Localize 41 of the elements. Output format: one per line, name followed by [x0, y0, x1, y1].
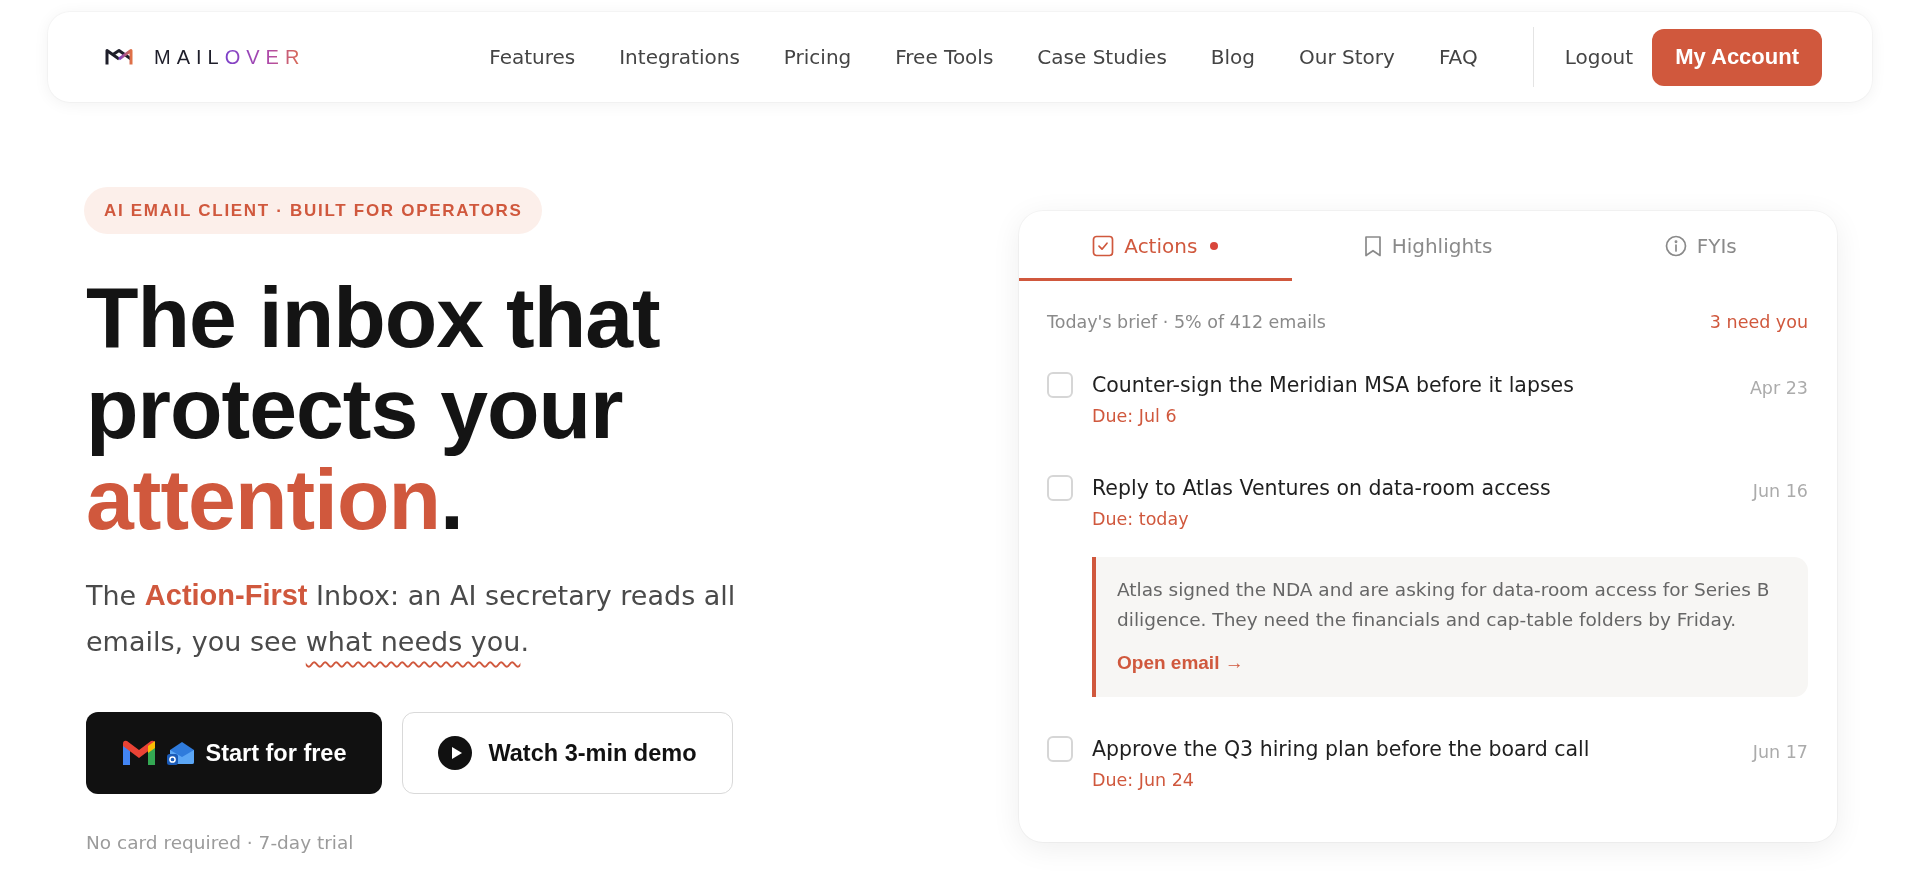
task-checkbox[interactable] — [1047, 372, 1073, 398]
envelope-icon — [167, 740, 196, 766]
due-date: Due: Jun 24 — [1092, 769, 1194, 792]
logo-icon — [105, 48, 133, 66]
mail-logo-icon — [121, 739, 158, 767]
need-count: 3 need you — [1709, 311, 1808, 334]
play-icon — [438, 736, 473, 770]
open-email-link[interactable]: Open email → — [1117, 650, 1244, 676]
nav-link[interactable]: Our Story — [1299, 43, 1395, 71]
task-title[interactable]: Approve the Q3 hiring plan before the board call — [1092, 735, 1590, 763]
email-date: Jun 16 — [1752, 480, 1808, 503]
headline: The inbox that protects your attention. — [86, 272, 661, 545]
task-title[interactable]: Counter-sign the Meridian MSA before it lapses — [1092, 371, 1574, 399]
due-date: Due: Jul 6 — [1092, 405, 1177, 428]
tab[interactable]: Actions — [1019, 211, 1292, 281]
demo-button[interactable]: Watch 3-min demo — [402, 712, 733, 794]
task-checkbox[interactable] — [1047, 736, 1073, 762]
summary-text: Atlas signed the NDA and are asking for data-room access for Series B diligence. They need the financials and cap-table folders by Friday. — [1117, 578, 1771, 632]
tagline-badge: AI EMAIL CLIENT · BUILT FOR OPERATORS — [84, 187, 542, 234]
account-button[interactable]: My Account — [1652, 28, 1822, 86]
nav-link[interactable]: Case Studies — [1037, 43, 1167, 71]
task-checkbox[interactable] — [1047, 475, 1073, 501]
start-button[interactable]: Start for free — [86, 712, 382, 794]
nav-link[interactable]: Blog — [1210, 43, 1256, 71]
logo-wordmark[interactable]: MAIL OVER — [154, 45, 306, 69]
nav-link[interactable]: Pricing — [783, 43, 852, 71]
email-date: Apr 23 — [1749, 377, 1808, 400]
footnote-text: No card required · 7-day trial — [86, 831, 354, 855]
due-date: Due: today — [1092, 508, 1189, 531]
task-title[interactable]: Reply to Atlas Ventures on data-room access — [1092, 474, 1551, 502]
bookmark-icon — [1363, 235, 1382, 257]
logout-link[interactable]: Logout — [1564, 43, 1634, 71]
brief-summary: Today's brief · 5% of 412 emails — [1047, 311, 1326, 334]
nav-link[interactable]: Features — [489, 43, 576, 71]
email-date: Jun 17 — [1752, 741, 1808, 764]
check-square-icon — [1092, 235, 1115, 257]
nav-link[interactable]: Free Tools — [895, 43, 994, 71]
lead-paragraph: The Action-First Inbox: an AI secretary reads all emails, you see what needs you. — [86, 578, 737, 659]
info-icon — [1664, 235, 1687, 257]
nav-link[interactable]: FAQ — [1438, 43, 1478, 71]
nav-link[interactable]: Integrations — [619, 43, 740, 71]
